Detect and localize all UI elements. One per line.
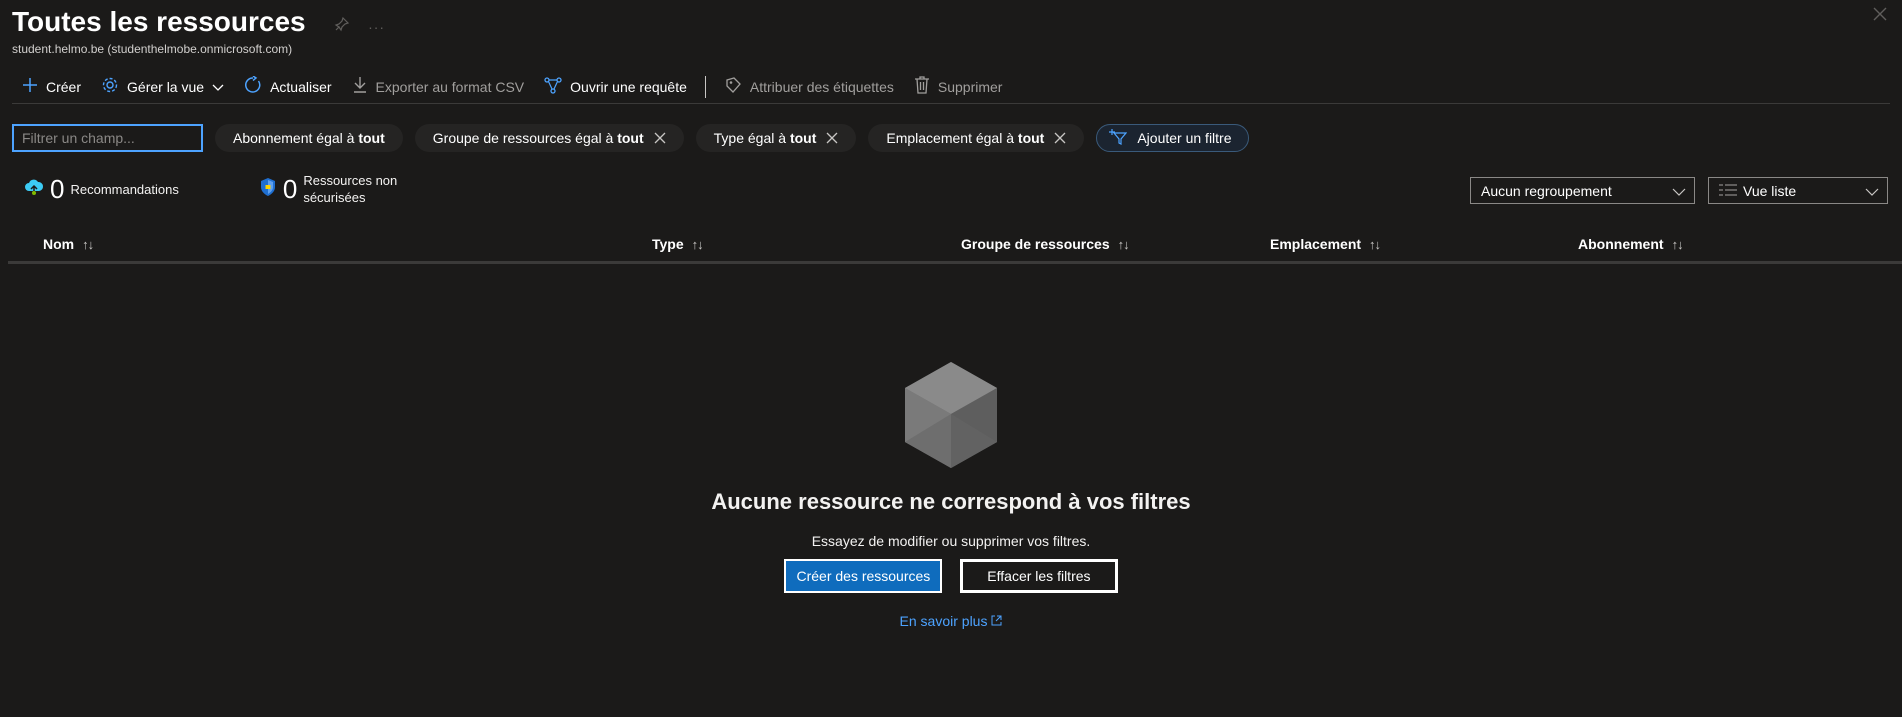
create-button[interactable]: Créer <box>12 71 91 103</box>
remove-filter-icon[interactable] <box>1054 132 1066 144</box>
empty-state: Aucune ressource ne correspond à vos fil… <box>0 360 1902 631</box>
filter-pill-label: Type égal à tout <box>713 130 817 146</box>
add-filter-button[interactable]: Ajouter un filtre <box>1096 124 1249 152</box>
sort-icon: ↑↓ <box>82 236 94 252</box>
grouping-value: Aucun regroupement <box>1481 182 1612 199</box>
remove-filter-icon[interactable] <box>654 132 666 144</box>
open-query-button[interactable]: Ouvrir une requête <box>534 71 697 103</box>
query-icon <box>544 76 562 97</box>
unsecured-count: 0 <box>282 173 298 204</box>
sort-icon: ↑↓ <box>1369 236 1381 252</box>
remove-filter-icon[interactable] <box>826 132 838 144</box>
assign-tags-button[interactable]: Attribuer des étiquettes <box>714 71 904 103</box>
page-title: Toutes les ressources <box>12 6 306 37</box>
manage-view-button[interactable]: Gérer la vue <box>91 71 234 103</box>
assign-tags-label: Attribuer des étiquettes <box>749 78 894 95</box>
learn-more-label: En savoir plus <box>899 613 988 629</box>
empty-state-actions: Créer des ressources Effacer les filtres <box>0 559 1902 593</box>
filter-pill-label: Emplacement égal à tout <box>886 130 1045 146</box>
column-header-type[interactable]: Type ↑↓ <box>652 236 704 252</box>
tag-icon <box>724 76 742 97</box>
resource-table-header: Nom ↑↓ Type ↑↓ Groupe de ressources ↑↓ Empl… <box>8 230 1902 264</box>
learn-more-link[interactable]: En savoir plus <box>900 613 1003 629</box>
refresh-button[interactable]: Actualiser <box>234 71 341 103</box>
sort-icon: ↑↓ <box>1117 236 1130 252</box>
open-query-label: Ouvrir une requête <box>570 78 687 95</box>
delete-label: Supprimer <box>937 78 1003 95</box>
more-options-icon[interactable]: ··· <box>368 19 385 35</box>
unsecured-resources-summary[interactable]: 0 Ressources non sécurisées <box>259 172 397 206</box>
unsecured-label: Ressources non sécurisées <box>303 173 398 205</box>
title-tools: ··· <box>334 16 385 37</box>
create-resources-button[interactable]: Créer des ressources <box>784 559 943 593</box>
page-header: Toutes les ressources ··· student.helmo.… <box>12 4 1890 56</box>
toolbar-divider <box>704 75 706 98</box>
filter-pill-subscription[interactable]: Abonnement égal à tout <box>215 124 403 152</box>
list-view-icon <box>1719 183 1737 199</box>
column-header-location[interactable]: Emplacement ↑↓ <box>1270 236 1381 252</box>
add-filter-label: Ajouter un filtre <box>1137 130 1232 146</box>
export-csv-button[interactable]: Exporter au format CSV <box>342 71 535 103</box>
filter-pill-label: Groupe de ressources égal à tout <box>432 130 644 146</box>
filter-pill-location[interactable]: Emplacement égal à tout <box>868 124 1085 152</box>
chevron-down-icon <box>1865 183 1879 199</box>
filter-pill-label: Abonnement égal à tout <box>233 130 385 146</box>
sort-icon: ↑↓ <box>691 236 704 252</box>
advisor-cloud-icon <box>24 177 44 202</box>
clear-filters-button[interactable]: Effacer les filtres <box>960 559 1118 593</box>
column-header-subscription[interactable]: Abonnement ↑↓ <box>1578 236 1684 252</box>
filter-bar: Abonnement égal à tout Groupe de ressour… <box>12 124 1249 152</box>
manage-view-label: Gérer la vue <box>127 78 205 95</box>
directory-subtitle: student.helmo.be (studenthelmobe.onmicro… <box>12 42 293 56</box>
filter-pill-resource-group[interactable]: Groupe de ressources égal à tout <box>414 124 684 152</box>
pin-icon[interactable] <box>334 16 350 37</box>
cube-icon <box>903 362 999 474</box>
resource-summary: 0 Recommandations 0 Ressources non sécuri… <box>24 172 397 206</box>
empty-state-title: Aucune ressource ne correspond à vos fil… <box>711 489 1191 514</box>
add-filter-icon <box>1109 128 1128 148</box>
close-icon[interactable] <box>1872 6 1890 24</box>
empty-state-subtitle: Essayez de modifier ou supprimer vos fil… <box>811 533 1091 549</box>
view-dropdown[interactable]: Vue liste <box>1708 177 1888 204</box>
plus-icon <box>22 77 38 96</box>
filter-field-input[interactable] <box>12 124 203 152</box>
delete-button[interactable]: Supprimer <box>904 71 1013 103</box>
export-csv-label: Exporter au format CSV <box>375 78 525 95</box>
create-label: Créer <box>46 78 82 95</box>
filter-pill-type[interactable]: Type égal à tout <box>695 124 857 152</box>
refresh-icon <box>244 75 262 97</box>
gear-icon <box>101 76 119 97</box>
recommendations-summary[interactable]: 0 Recommandations <box>24 174 179 205</box>
sort-icon: ↑↓ <box>1671 236 1684 252</box>
column-header-resource-group[interactable]: Groupe de ressources ↑↓ <box>961 236 1130 252</box>
shield-icon <box>259 177 277 202</box>
grouping-dropdown[interactable]: Aucun regroupement <box>1470 177 1695 204</box>
column-header-name[interactable]: Nom ↑↓ <box>43 236 94 252</box>
download-icon <box>352 76 368 97</box>
chevron-down-icon <box>212 79 224 95</box>
view-value: Vue liste <box>1743 182 1797 199</box>
refresh-label: Actualiser <box>270 78 332 95</box>
chevron-down-icon <box>1672 183 1686 199</box>
view-selection: Vue liste <box>1719 183 1796 199</box>
command-bar: Créer Gérer la vue Actualiser Exporter a… <box>12 70 1890 104</box>
trash-icon <box>914 76 930 97</box>
all-resources-page: Toutes les ressources ··· student.helmo.… <box>0 0 1902 717</box>
recommendations-count: 0 <box>50 173 65 204</box>
external-link-icon <box>991 613 1002 629</box>
recommendations-label: Recommandations <box>70 181 179 197</box>
